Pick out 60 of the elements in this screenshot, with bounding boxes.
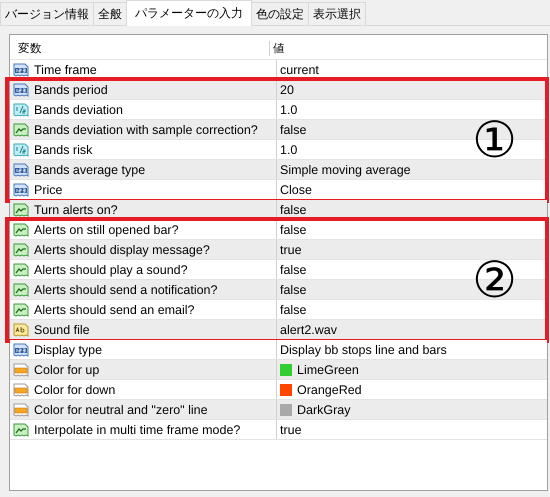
parameter-name: Alerts on still opened bar? (34, 222, 179, 236)
chart-line-icon (13, 262, 29, 278)
parameter-value[interactable]: Simple moving average (280, 162, 411, 176)
parameter-value[interactable]: false (280, 262, 306, 276)
parameter-value[interactable]: LimeGreen (297, 362, 359, 376)
chart-line-icon (13, 302, 29, 318)
column-header: 値 (272, 40, 285, 56)
callout-number: ① (472, 115, 517, 165)
parameter-name: Display type (34, 342, 102, 356)
parameter-name: Price (34, 182, 62, 196)
parameter-name: Turn alerts on? (34, 202, 118, 216)
parameter-value[interactable]: OrangeRed (297, 382, 362, 396)
text-icon (13, 322, 29, 338)
chart-line-icon (13, 222, 29, 238)
parameter-value[interactable]: false (280, 302, 306, 316)
integer-icon (13, 162, 29, 178)
parameter-name: Bands deviation with sample correction? (34, 122, 258, 136)
tab[interactable]: 表示選択 (308, 2, 366, 25)
chart-line-icon (13, 282, 29, 298)
parameter-name: Bands risk (34, 142, 92, 156)
chart-line-icon (13, 202, 29, 218)
parameter-value[interactable]: DarkGray (297, 402, 350, 416)
parameter-value[interactable]: false (280, 222, 306, 236)
parameter-name: Sound file (34, 322, 90, 336)
parameter-value[interactable]: Close (280, 182, 312, 196)
parameter-name: Color for neutral and "zero" line (34, 402, 208, 416)
parameter-value[interactable]: false (280, 122, 306, 136)
parameter-value[interactable]: true (280, 422, 302, 436)
parameter-name: Color for down (34, 382, 116, 396)
tab[interactable]: バージョン情報 (0, 2, 94, 25)
parameter-value[interactable]: 20 (280, 82, 294, 96)
parameter-name: Alerts should send a notification? (34, 282, 218, 296)
parameter-value[interactable]: 1.0 (280, 142, 298, 156)
integer-icon (13, 82, 29, 98)
parameter-value[interactable]: true (280, 242, 302, 256)
parameter-value[interactable]: current (280, 62, 319, 76)
parameter-name: Alerts should play a sound? (34, 262, 188, 276)
parameter-name: Color for up (34, 362, 100, 376)
chart-line-icon (13, 242, 29, 258)
parameter-name: Bands average type (34, 162, 146, 176)
parameter-name: Time frame (34, 62, 97, 76)
parameter-value[interactable]: false (280, 282, 306, 296)
chart-line-icon (13, 422, 29, 438)
fraction-icon (13, 102, 29, 118)
column-header: 変数 (10, 40, 270, 56)
parameter-name: Alerts should send an email? (34, 302, 195, 316)
parameter-name: Interpolate in multi time frame mode? (34, 422, 240, 436)
parameter-value[interactable]: alert2.wav (280, 322, 337, 336)
color-swatch-icon (13, 402, 29, 418)
chart-line-icon (13, 122, 29, 138)
fraction-icon (13, 142, 29, 158)
callout-number: ② (472, 255, 517, 305)
parameter-name: Alerts should display message? (34, 242, 210, 256)
parameter-name: Bands deviation (34, 102, 123, 116)
tab[interactable]: パラメーターの入力 (126, 0, 252, 26)
parameter-value[interactable]: Display bb stops line and bars (280, 342, 447, 356)
parameter-value[interactable]: false (280, 202, 306, 216)
parameter-value[interactable]: 1.0 (280, 102, 298, 116)
color-swatch-icon (13, 362, 29, 378)
parameter-name: Bands period (34, 82, 108, 96)
